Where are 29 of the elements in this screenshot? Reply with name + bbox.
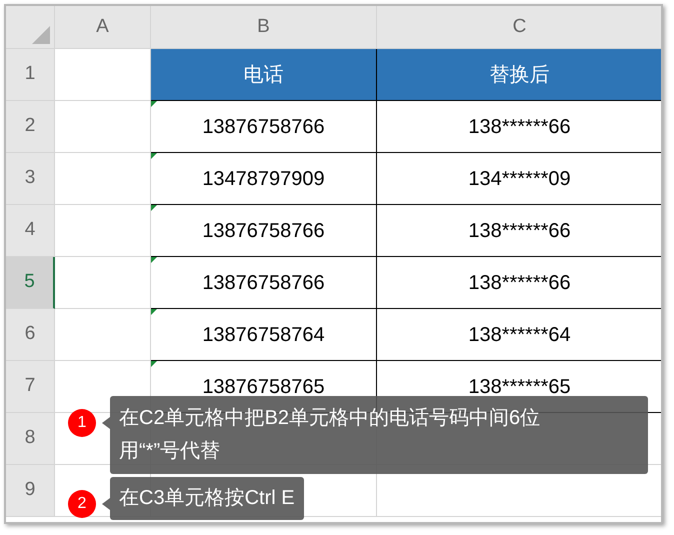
row-header[interactable]: 5 <box>6 257 55 309</box>
table-cell-text: 138******66 <box>468 218 571 244</box>
header-cell: 替换后 <box>377 49 661 101</box>
row-header[interactable]: 9 <box>6 465 55 517</box>
row-header[interactable]: 1 <box>6 49 55 101</box>
header-cell: 电话 <box>151 49 377 101</box>
table-cell-text: 13876758764 <box>202 322 325 348</box>
row-header[interactable]: 4 <box>6 205 55 257</box>
callout-text: 在C3单元格按Ctrl E <box>110 477 304 520</box>
table-cell-text: 134******09 <box>468 166 571 192</box>
select-all-icon[interactable] <box>32 26 50 44</box>
pointer-icon <box>102 498 110 510</box>
callout-text: 在C2单元格中把B2单元格中的电话号码中间6位用“*”号代替 <box>110 396 648 474</box>
column-header[interactable]: A <box>55 6 151 49</box>
table-cell-text: 138******66 <box>468 114 571 140</box>
table-cell-text: 138******66 <box>468 270 571 296</box>
pointer-icon <box>102 417 110 429</box>
row-header[interactable]: 7 <box>6 361 55 413</box>
table-cell-text: 13876758766 <box>202 218 325 244</box>
row-header[interactable]: 3 <box>6 153 55 205</box>
table-cell-text: 13876758766 <box>202 114 325 140</box>
table-cell-text: 138******64 <box>468 322 571 348</box>
step-number-badge: 2 <box>68 490 96 518</box>
table-cell-text: 13876758766 <box>202 270 325 296</box>
row-header[interactable]: 2 <box>6 101 55 153</box>
table-cell-text: 13478797909 <box>202 166 325 192</box>
row-header[interactable]: 6 <box>6 309 55 361</box>
step-number-badge: 1 <box>68 409 96 437</box>
row-header[interactable]: 8 <box>6 413 55 465</box>
